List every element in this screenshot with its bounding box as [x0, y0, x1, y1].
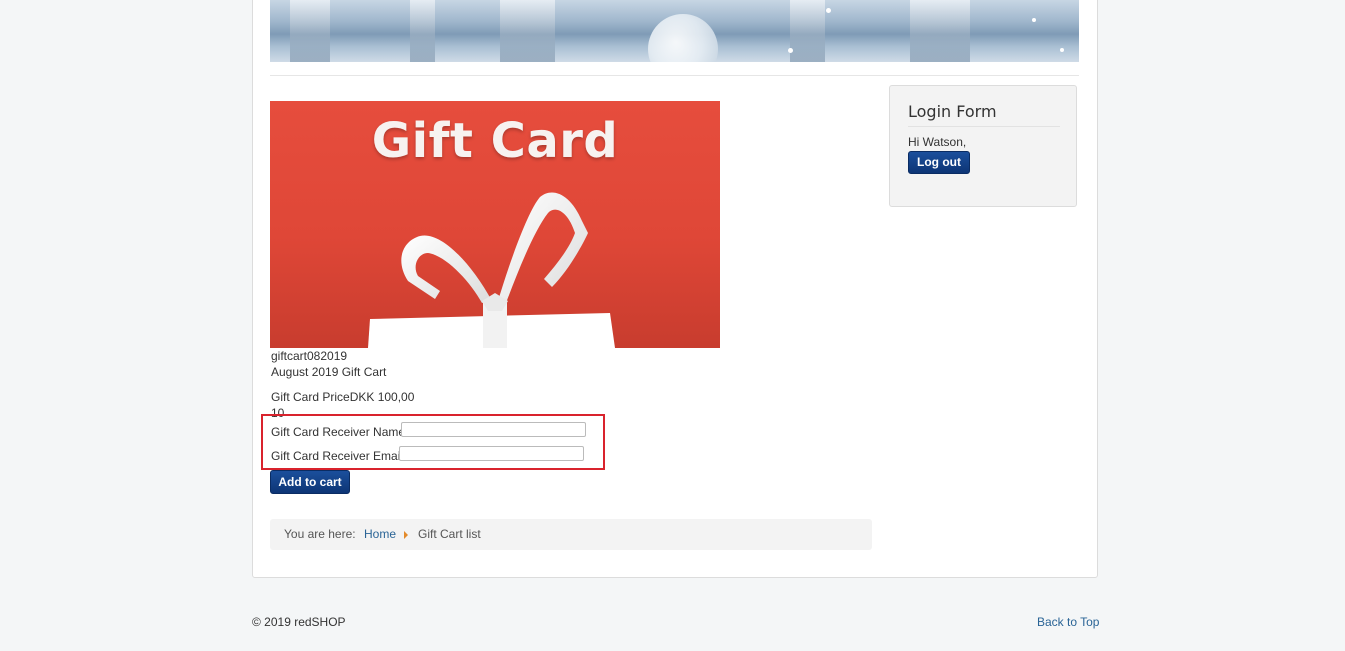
breadcrumb-home-link[interactable]: Home: [364, 519, 396, 549]
snowflake: [788, 48, 793, 53]
highlight-annotation-box: [261, 414, 605, 470]
login-greeting: Hi Watson,: [908, 135, 967, 149]
price-label: Gift Card Price: [271, 390, 350, 404]
banner-ice-streak: [910, 0, 970, 62]
banner-moon: [648, 14, 718, 62]
header-divider: [270, 75, 1079, 76]
gift-bow-icon: [368, 192, 615, 348]
login-form-module: Login Form Hi Watson, Log out: [889, 85, 1077, 207]
login-form-divider: [908, 126, 1060, 127]
breadcrumb: You are here: Home Gift Cart list: [270, 519, 872, 550]
banner-ice-streak: [290, 0, 330, 62]
product-name: August 2019 Gift Cart: [271, 365, 387, 379]
banner-ice-streak: [410, 0, 435, 62]
price-value: DKK 100,00: [349, 390, 415, 404]
header-banner-image: [270, 0, 1079, 62]
snowflake: [826, 8, 831, 13]
banner-ice-streak: [500, 0, 555, 62]
login-form-title: Login Form: [908, 102, 997, 121]
snowflake: [1032, 18, 1036, 22]
gift-card-image: Gift Card: [270, 101, 720, 348]
product-number: giftcart082019: [271, 349, 348, 363]
footer-copyright: © 2019 redSHOP: [252, 615, 346, 629]
logout-button[interactable]: Log out: [908, 151, 970, 174]
breadcrumb-separator-icon: [404, 531, 408, 539]
back-to-top-link[interactable]: Back to Top: [1037, 615, 1099, 629]
breadcrumb-current: Gift Cart list: [418, 527, 481, 541]
add-to-cart-button[interactable]: Add to cart: [270, 470, 350, 494]
banner-ice-streak: [790, 0, 825, 62]
product-price: Gift Card PriceDKK 100,00: [271, 389, 414, 405]
snowflake: [1060, 48, 1064, 52]
breadcrumb-prefix: You are here:: [284, 527, 356, 541]
